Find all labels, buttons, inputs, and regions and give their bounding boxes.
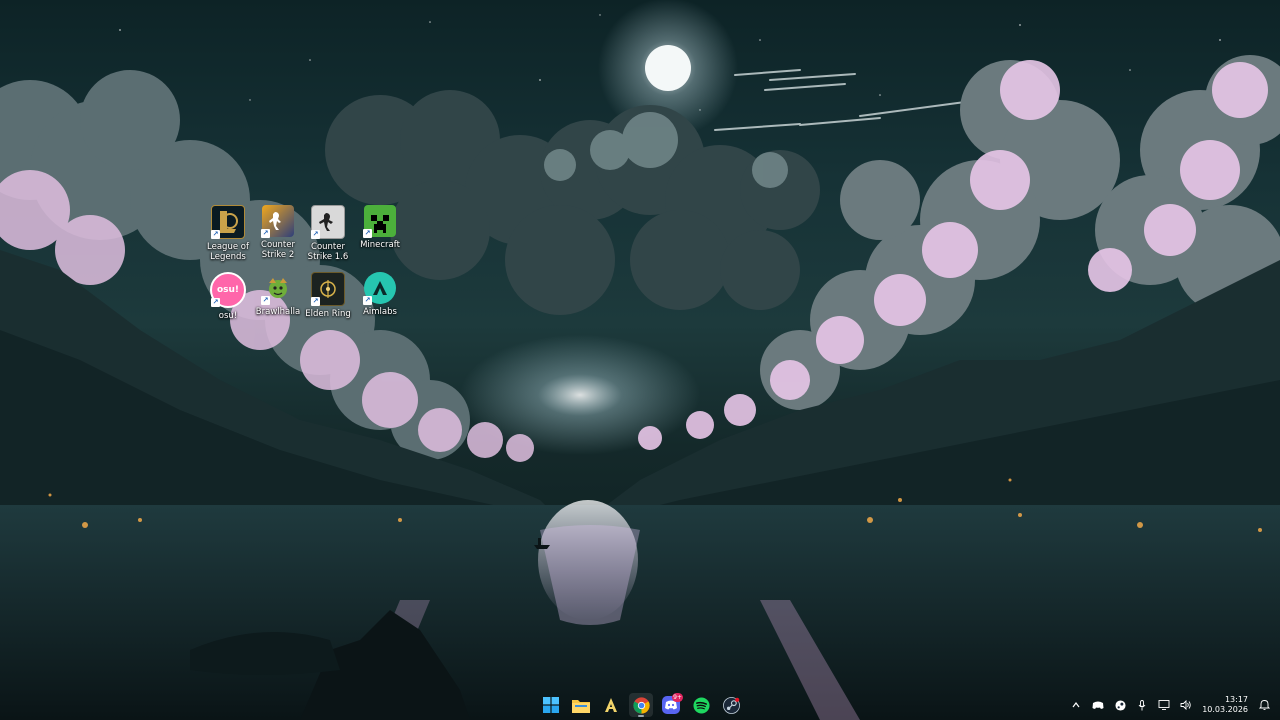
system-tray: 13:17 10.03.2026 <box>1070 690 1270 720</box>
desktop-icon-label: Brawlhalla <box>255 307 301 317</box>
running-indicator <box>638 715 644 717</box>
shortcut-arrow-icon: ↗ <box>363 296 372 305</box>
taskbar: 9+ 13:17 10.03.2026 <box>0 690 1280 720</box>
league-of-legends-icon: ↗ <box>211 205 245 239</box>
desktop-icon-label: Counter Strike 1.6 <box>307 242 349 262</box>
desktop-icon-league-of-legends[interactable]: ↗ League of Legends <box>202 205 254 262</box>
folder-icon <box>572 699 590 713</box>
clock-time: 13:17 <box>1224 695 1248 704</box>
shortcut-arrow-icon: ↗ <box>363 229 372 238</box>
chevron-up-icon[interactable] <box>1070 699 1082 711</box>
steam-app-icon <box>722 696 740 714</box>
taskbar-steam-app[interactable] <box>719 693 743 717</box>
clock[interactable]: 13:17 10.03.2026 <box>1202 695 1248 715</box>
taskbar-apps: 9+ <box>539 690 743 720</box>
shortcut-arrow-icon: ↗ <box>261 296 270 305</box>
desktop-icon-label: osu! <box>218 311 238 321</box>
microphone-icon[interactable] <box>1136 699 1148 711</box>
a-app-icon <box>605 698 617 712</box>
brawlhalla-icon: ↗ <box>261 272 294 305</box>
shortcut-arrow-icon: ↗ <box>261 229 270 238</box>
desktop-icon-brawlhalla[interactable]: ↗ Brawlhalla <box>252 272 304 317</box>
notification-badge: 9+ <box>672 693 683 702</box>
start-button[interactable] <box>539 693 563 717</box>
taskbar-discord[interactable]: 9+ <box>659 693 683 717</box>
shortcut-arrow-icon: ↗ <box>211 298 220 307</box>
desktop-icon-label: Minecraft <box>360 240 400 250</box>
steam-tray-icon[interactable] <box>1114 699 1126 711</box>
desktop-icon-aimlabs[interactable]: ↗ Aimlabs <box>354 272 406 317</box>
clock-date: 10.03.2026 <box>1202 705 1248 714</box>
aimlabs-icon: ↗ <box>363 272 396 305</box>
desktop-icon-elden-ring[interactable]: ↗ Elden Ring <box>302 272 354 319</box>
wallpaper <box>0 0 1280 720</box>
desktop-icon-osu[interactable]: osu! ↗ osu! <box>202 272 254 321</box>
osu-logo-text: osu! <box>216 285 240 295</box>
taskbar-chrome[interactable] <box>629 693 653 717</box>
taskbar-spotify[interactable] <box>689 693 713 717</box>
counter-strike-16-icon: ↗ <box>311 205 345 239</box>
shortcut-arrow-icon: ↗ <box>311 230 320 239</box>
taskbar-file-explorer[interactable] <box>569 693 593 717</box>
desktop-icon-label: Elden Ring <box>305 309 351 319</box>
windows-start-icon <box>543 697 559 713</box>
shortcut-arrow-icon: ↗ <box>211 230 220 239</box>
desktop-icon-label: Counter Strike 2 <box>261 240 295 260</box>
chrome-icon <box>632 696 650 714</box>
taskbar-a-app[interactable] <box>599 693 623 717</box>
osu-icon: osu! ↗ <box>210 272 246 308</box>
desktop[interactable]: ↗ League of Legends ↗ Counter Strike 2 ↗… <box>0 0 1280 720</box>
network-icon[interactable] <box>1158 699 1170 711</box>
desktop-icon-counter-strike-16[interactable]: ↗ Counter Strike 1.6 <box>302 205 354 262</box>
shortcut-arrow-icon: ↗ <box>311 297 320 306</box>
volume-icon[interactable] <box>1180 699 1192 711</box>
discord-tray-icon[interactable] <box>1092 699 1104 711</box>
desktop-icon-label: Aimlabs <box>363 307 397 317</box>
minecraft-icon: ↗ <box>363 205 396 238</box>
desktop-icon-counter-strike-2[interactable]: ↗ Counter Strike 2 <box>252 205 304 260</box>
spotify-icon <box>692 696 710 714</box>
desktop-icon-label: League of Legends <box>207 242 249 262</box>
elden-ring-icon: ↗ <box>311 272 345 306</box>
notification-bell-icon[interactable] <box>1258 699 1270 711</box>
desktop-icon-minecraft[interactable]: ↗ Minecraft <box>354 205 406 250</box>
counter-strike-2-icon: ↗ <box>261 205 294 238</box>
